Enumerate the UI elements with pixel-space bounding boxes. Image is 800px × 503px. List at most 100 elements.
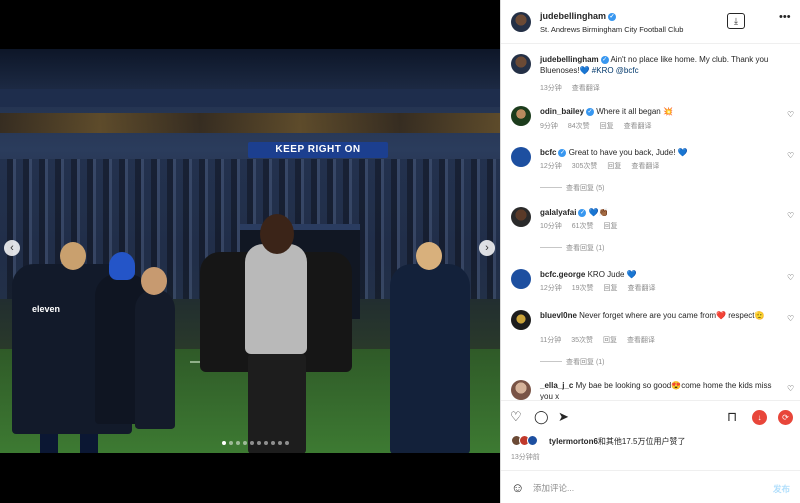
more-options-icon[interactable]: ••• (779, 11, 791, 23)
comment-item: bluevl0ne Never forget where are you cam… (501, 306, 800, 366)
refresh-extension-icon[interactable]: ⟳ (778, 410, 793, 425)
jude-bellingham-figure (200, 214, 352, 453)
post-location[interactable]: St. Andrews Birmingham City Football Clu… (540, 25, 683, 34)
reply-button[interactable]: 回复 (604, 223, 618, 230)
caption-tags[interactable]: #KRO @bcfc (592, 66, 639, 75)
comment-text: Great to have you back, Jude! 💙 (568, 148, 688, 157)
avatar[interactable] (511, 54, 531, 74)
comment-item: odin_bailey ✓ Where it all began 💥 9分钟 84… (501, 102, 800, 138)
caption-username[interactable]: judebellingham (540, 55, 599, 64)
kid-right (390, 242, 470, 453)
comment-username[interactable]: bcfc (540, 148, 556, 157)
comment-composer: ☺ 发布 (501, 470, 800, 503)
kid-legs (40, 434, 58, 453)
post-comment-button[interactable]: 发布 (773, 483, 790, 495)
like-comment-heart-icon[interactable]: ♡ (787, 384, 794, 393)
comment-likes[interactable]: 305次赞 (572, 163, 598, 170)
share-icon[interactable]: ➤ (558, 409, 569, 425)
comment-item: galalyafai ✓ 💙👏🏾 10分钟 61次赞 回复 查看回复 (1) ♡ (501, 203, 800, 253)
avatar[interactable] (511, 147, 531, 167)
like-comment-heart-icon[interactable]: ♡ (787, 110, 794, 119)
carousel-dot (278, 441, 282, 445)
post-header: judebellingham ✓ St. Andrews Birmingham C… (501, 0, 800, 44)
next-slide-button[interactable]: › (479, 240, 495, 256)
reply-button[interactable]: 回复 (607, 163, 621, 170)
comment-icon[interactable]: ◯ (534, 409, 549, 425)
carousel-dot (243, 441, 247, 445)
caption: judebellingham ✓ Ain't no place like home… (501, 50, 800, 94)
emoji-icon[interactable]: ☺ (511, 480, 524, 495)
verified-badge-icon: ✓ (558, 149, 567, 157)
post-timestamp: 13分钟前 (511, 454, 540, 461)
caption-time: 13分钟 (540, 85, 562, 92)
carousel-dot (222, 441, 226, 445)
translate-link[interactable]: 查看翻译 (631, 163, 659, 170)
likes-count-text[interactable]: 和其他17.5万位用户赞了 (598, 437, 686, 446)
reply-button[interactable]: 回复 (604, 285, 618, 292)
stand-lights (0, 113, 500, 133)
avatar[interactable] (511, 380, 531, 400)
comment-item: _ella_j_c My bae be looking so good😍come… (501, 376, 800, 400)
post-actions-bar: ♡ ◯ ➤ ⊓ ↓ ⟳ (501, 400, 800, 434)
carousel-dots (222, 441, 289, 445)
view-replies-link[interactable]: 查看回复 (1) (540, 357, 605, 367)
carousel-dot (250, 441, 254, 445)
comment-time: 10分钟 (540, 223, 562, 230)
caption-translate-link[interactable]: 查看翻译 (572, 85, 600, 92)
comment-likes[interactable]: 61次赞 (572, 223, 594, 230)
comment-username[interactable]: _ella_j_c (540, 381, 573, 390)
liker-avatar (527, 435, 538, 446)
download-icon[interactable]: ⤓ (727, 13, 745, 29)
comment-likes[interactable]: 84次赞 (568, 123, 590, 130)
comment-text: My bae be looking so good😍come home the … (540, 381, 772, 400)
carousel-dot (285, 441, 289, 445)
view-replies-link[interactable]: 查看回复 (5) (540, 183, 605, 193)
liker-username[interactable]: tylermorton6 (549, 437, 598, 446)
comment-username[interactable]: odin_bailey (540, 107, 584, 116)
like-comment-heart-icon[interactable]: ♡ (787, 211, 794, 220)
carousel-dot (257, 441, 261, 445)
reply-button[interactable]: 回复 (600, 123, 614, 130)
avatar[interactable] (511, 269, 531, 289)
comment-username[interactable]: bluevl0ne (540, 311, 577, 320)
avatar[interactable] (511, 207, 531, 227)
previous-slide-button[interactable]: ‹ (4, 240, 20, 256)
comment-username[interactable]: galalyafai (540, 208, 576, 217)
comment-input[interactable] (533, 480, 753, 496)
post-photo[interactable]: KEEP RIGHT ON eleven (0, 49, 500, 453)
carousel-dot (264, 441, 268, 445)
translate-link[interactable]: 查看翻译 (624, 123, 652, 130)
keep-right-on-banner: KEEP RIGHT ON (248, 142, 388, 158)
verified-badge-icon: ✓ (578, 209, 587, 217)
bookmark-icon[interactable]: ⊓ (727, 409, 737, 425)
translate-link[interactable]: 查看翻译 (627, 337, 655, 344)
avatar[interactable] (511, 12, 531, 32)
comments-list[interactable]: judebellingham ✓ Ain't no place like home… (501, 44, 800, 400)
author-username[interactable]: judebellingham (540, 11, 606, 21)
view-replies-link[interactable]: 查看回复 (1) (540, 243, 605, 253)
verified-badge-icon: ✓ (608, 13, 617, 21)
like-comment-heart-icon[interactable]: ♡ (787, 151, 794, 160)
likes-summary: tylermorton6和其他17.5万位用户赞了 (511, 434, 800, 448)
instagram-post-window: KEEP RIGHT ON eleven ‹ › judebellingham … (0, 0, 800, 503)
comment-text: 💙👏🏾 (588, 208, 609, 217)
kid-small (135, 267, 175, 429)
comment-time: 12分钟 (540, 163, 562, 170)
verified-badge-icon: ✓ (600, 56, 609, 64)
avatar[interactable] (511, 106, 531, 126)
verified-badge-icon: ✓ (586, 108, 595, 116)
comment-likes[interactable]: 35次赞 (571, 337, 593, 344)
reply-button[interactable]: 回复 (603, 337, 617, 344)
like-comment-heart-icon[interactable]: ♡ (787, 273, 794, 282)
carousel-dot (236, 441, 240, 445)
like-comment-heart-icon[interactable]: ♡ (787, 314, 794, 323)
post-side-panel: judebellingham ✓ St. Andrews Birmingham C… (500, 0, 800, 503)
heart-icon[interactable]: ♡ (510, 409, 522, 425)
download-extension-icon[interactable]: ↓ (752, 410, 767, 425)
avatar[interactable] (511, 310, 531, 330)
translate-link[interactable]: 查看翻译 (627, 285, 655, 292)
comment-username[interactable]: bcfc.george (540, 270, 585, 279)
comment-time: 9分钟 (540, 123, 558, 130)
comment-likes[interactable]: 19次赞 (572, 285, 594, 292)
comment-text: Where it all began 💥 (596, 107, 673, 116)
